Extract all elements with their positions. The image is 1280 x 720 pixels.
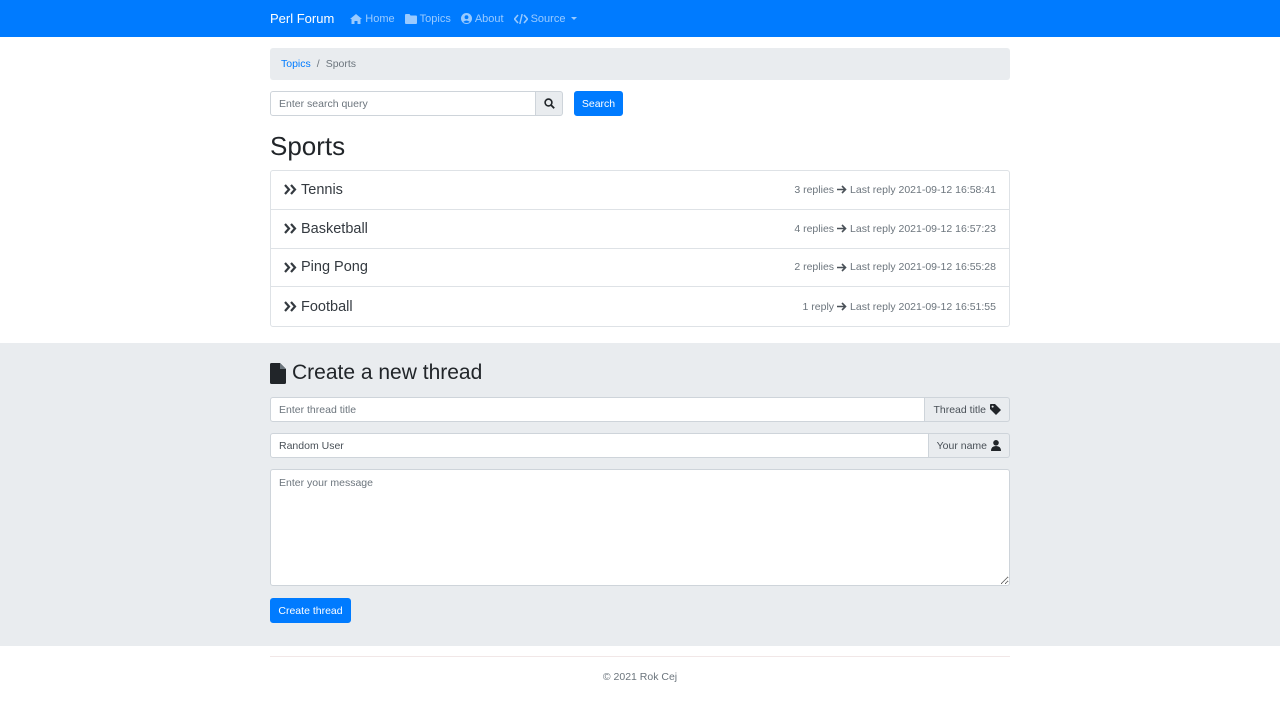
list-item[interactable]: Basketball 4 replies Last reply 2021-09-…: [271, 210, 1009, 249]
breadcrumb-topics-link[interactable]: Topics: [281, 58, 311, 70]
reply-count: 1 reply: [802, 300, 835, 313]
thread-title: Basketball: [301, 220, 368, 237]
breadcrumb-current: Sports: [325, 58, 357, 70]
last-reply: Last reply 2021-09-12 16:51:55: [850, 300, 996, 313]
create-thread-button[interactable]: Create thread: [270, 598, 351, 623]
nav-home-label: Home: [365, 12, 395, 25]
tag-icon: [990, 404, 1001, 415]
thread-title: Football: [301, 298, 353, 315]
last-reply: Last reply 2021-09-12 16:58:41: [850, 183, 996, 196]
user-name-addon: Your name: [928, 433, 1010, 458]
thread-title-group: Tennis: [284, 182, 343, 198]
thread-title-addon-label: Thread title: [933, 403, 986, 416]
double-chevron-right-icon: [284, 184, 297, 196]
reply-count: 2 replies: [794, 261, 835, 274]
thread-title-group: Thread title: [270, 397, 1010, 422]
folder-icon: [404, 13, 417, 24]
thread-title-group: Football: [284, 299, 353, 315]
reply-count: 4 replies: [794, 222, 835, 235]
home-icon: [350, 13, 363, 24]
new-thread-heading: Create a new thread: [270, 360, 1010, 386]
new-thread-heading-text: Create a new thread: [292, 361, 483, 384]
thread-meta: 4 replies Last reply 2021-09-12 16:57:23: [794, 223, 996, 235]
nav-source-dropdown[interactable]: Source: [513, 12, 578, 25]
search-icon-button[interactable]: [536, 91, 563, 116]
search-input[interactable]: [270, 91, 536, 116]
arrow-right-icon: [837, 302, 847, 311]
navbar: Perl Forum Home Topics About Source: [0, 0, 1280, 37]
main-container: Topics / Sports Search Sports Tennis 3 r…: [270, 48, 1010, 327]
search-button[interactable]: Search: [574, 91, 623, 116]
arrow-right-icon: [837, 224, 847, 233]
breadcrumb-separator: /: [316, 58, 320, 70]
user-name-group: Your name: [270, 433, 1010, 458]
code-icon: [513, 13, 528, 24]
search-form: Search: [270, 91, 1010, 116]
list-item[interactable]: Tennis 3 replies Last reply 2021-09-12 1…: [271, 171, 1009, 210]
last-reply: Last reply 2021-09-12 16:55:28: [850, 261, 996, 274]
thread-title: Tennis: [301, 181, 343, 198]
double-chevron-right-icon: [284, 262, 297, 273]
page-title: Sports: [270, 131, 346, 161]
reply-count: 3 replies: [794, 183, 835, 196]
nav-about-label: About: [474, 12, 504, 25]
thread-meta: 3 replies Last reply 2021-09-12 16:58:41: [794, 184, 996, 196]
message-textarea[interactable]: [270, 469, 1010, 586]
last-reply: Last reply 2021-09-12 16:57:23: [850, 222, 996, 235]
chevron-down-icon: [571, 17, 578, 20]
double-chevron-right-icon: [284, 301, 297, 312]
breadcrumb: Topics / Sports: [270, 48, 1010, 80]
thread-meta: 2 replies Last reply 2021-09-12 16:55:28: [794, 261, 996, 273]
nav-home[interactable]: Home: [350, 12, 395, 25]
thread-title-group: Basketball: [284, 221, 368, 237]
nav-about[interactable]: About: [460, 12, 504, 25]
thread-title-group: Ping Pong: [284, 259, 368, 275]
nav-topics[interactable]: Topics: [404, 12, 451, 25]
thread-title-addon: Thread title: [925, 397, 1010, 422]
new-thread-section: Create a new thread Thread title Your na…: [0, 343, 1280, 646]
thread-list: Tennis 3 replies Last reply 2021-09-12 1…: [270, 170, 1010, 327]
thread-title: Ping Pong: [301, 259, 368, 276]
user-icon: [991, 440, 1001, 451]
nav-topics-label: Topics: [419, 12, 451, 25]
double-chevron-right-icon: [284, 223, 297, 234]
arrow-right-icon: [837, 185, 847, 194]
user-name-input[interactable]: [270, 433, 929, 458]
navbar-inner: Perl Forum Home Topics About Source: [270, 11, 1010, 26]
new-thread-container: Create a new thread Thread title Your na…: [270, 360, 1010, 623]
footer: © 2021 Rok Cej: [270, 656, 1010, 683]
search-icon: [543, 98, 555, 109]
file-icon: [270, 362, 286, 384]
list-item[interactable]: Football 1 reply Last reply 2021-09-12 1…: [271, 287, 1009, 326]
user-circle-icon: [460, 13, 472, 24]
user-name-addon-label: Your name: [936, 439, 987, 452]
arrow-right-icon: [837, 263, 847, 272]
list-item[interactable]: Ping Pong 2 replies Last reply 2021-09-1…: [271, 249, 1009, 288]
nav-source-label: Source: [530, 12, 566, 25]
brand-link[interactable]: Perl Forum: [270, 11, 334, 26]
thread-meta: 1 reply Last reply 2021-09-12 16:51:55: [803, 301, 996, 313]
thread-title-input[interactable]: [270, 397, 926, 422]
copyright-text: © 2021 Rok Cej: [602, 671, 678, 683]
